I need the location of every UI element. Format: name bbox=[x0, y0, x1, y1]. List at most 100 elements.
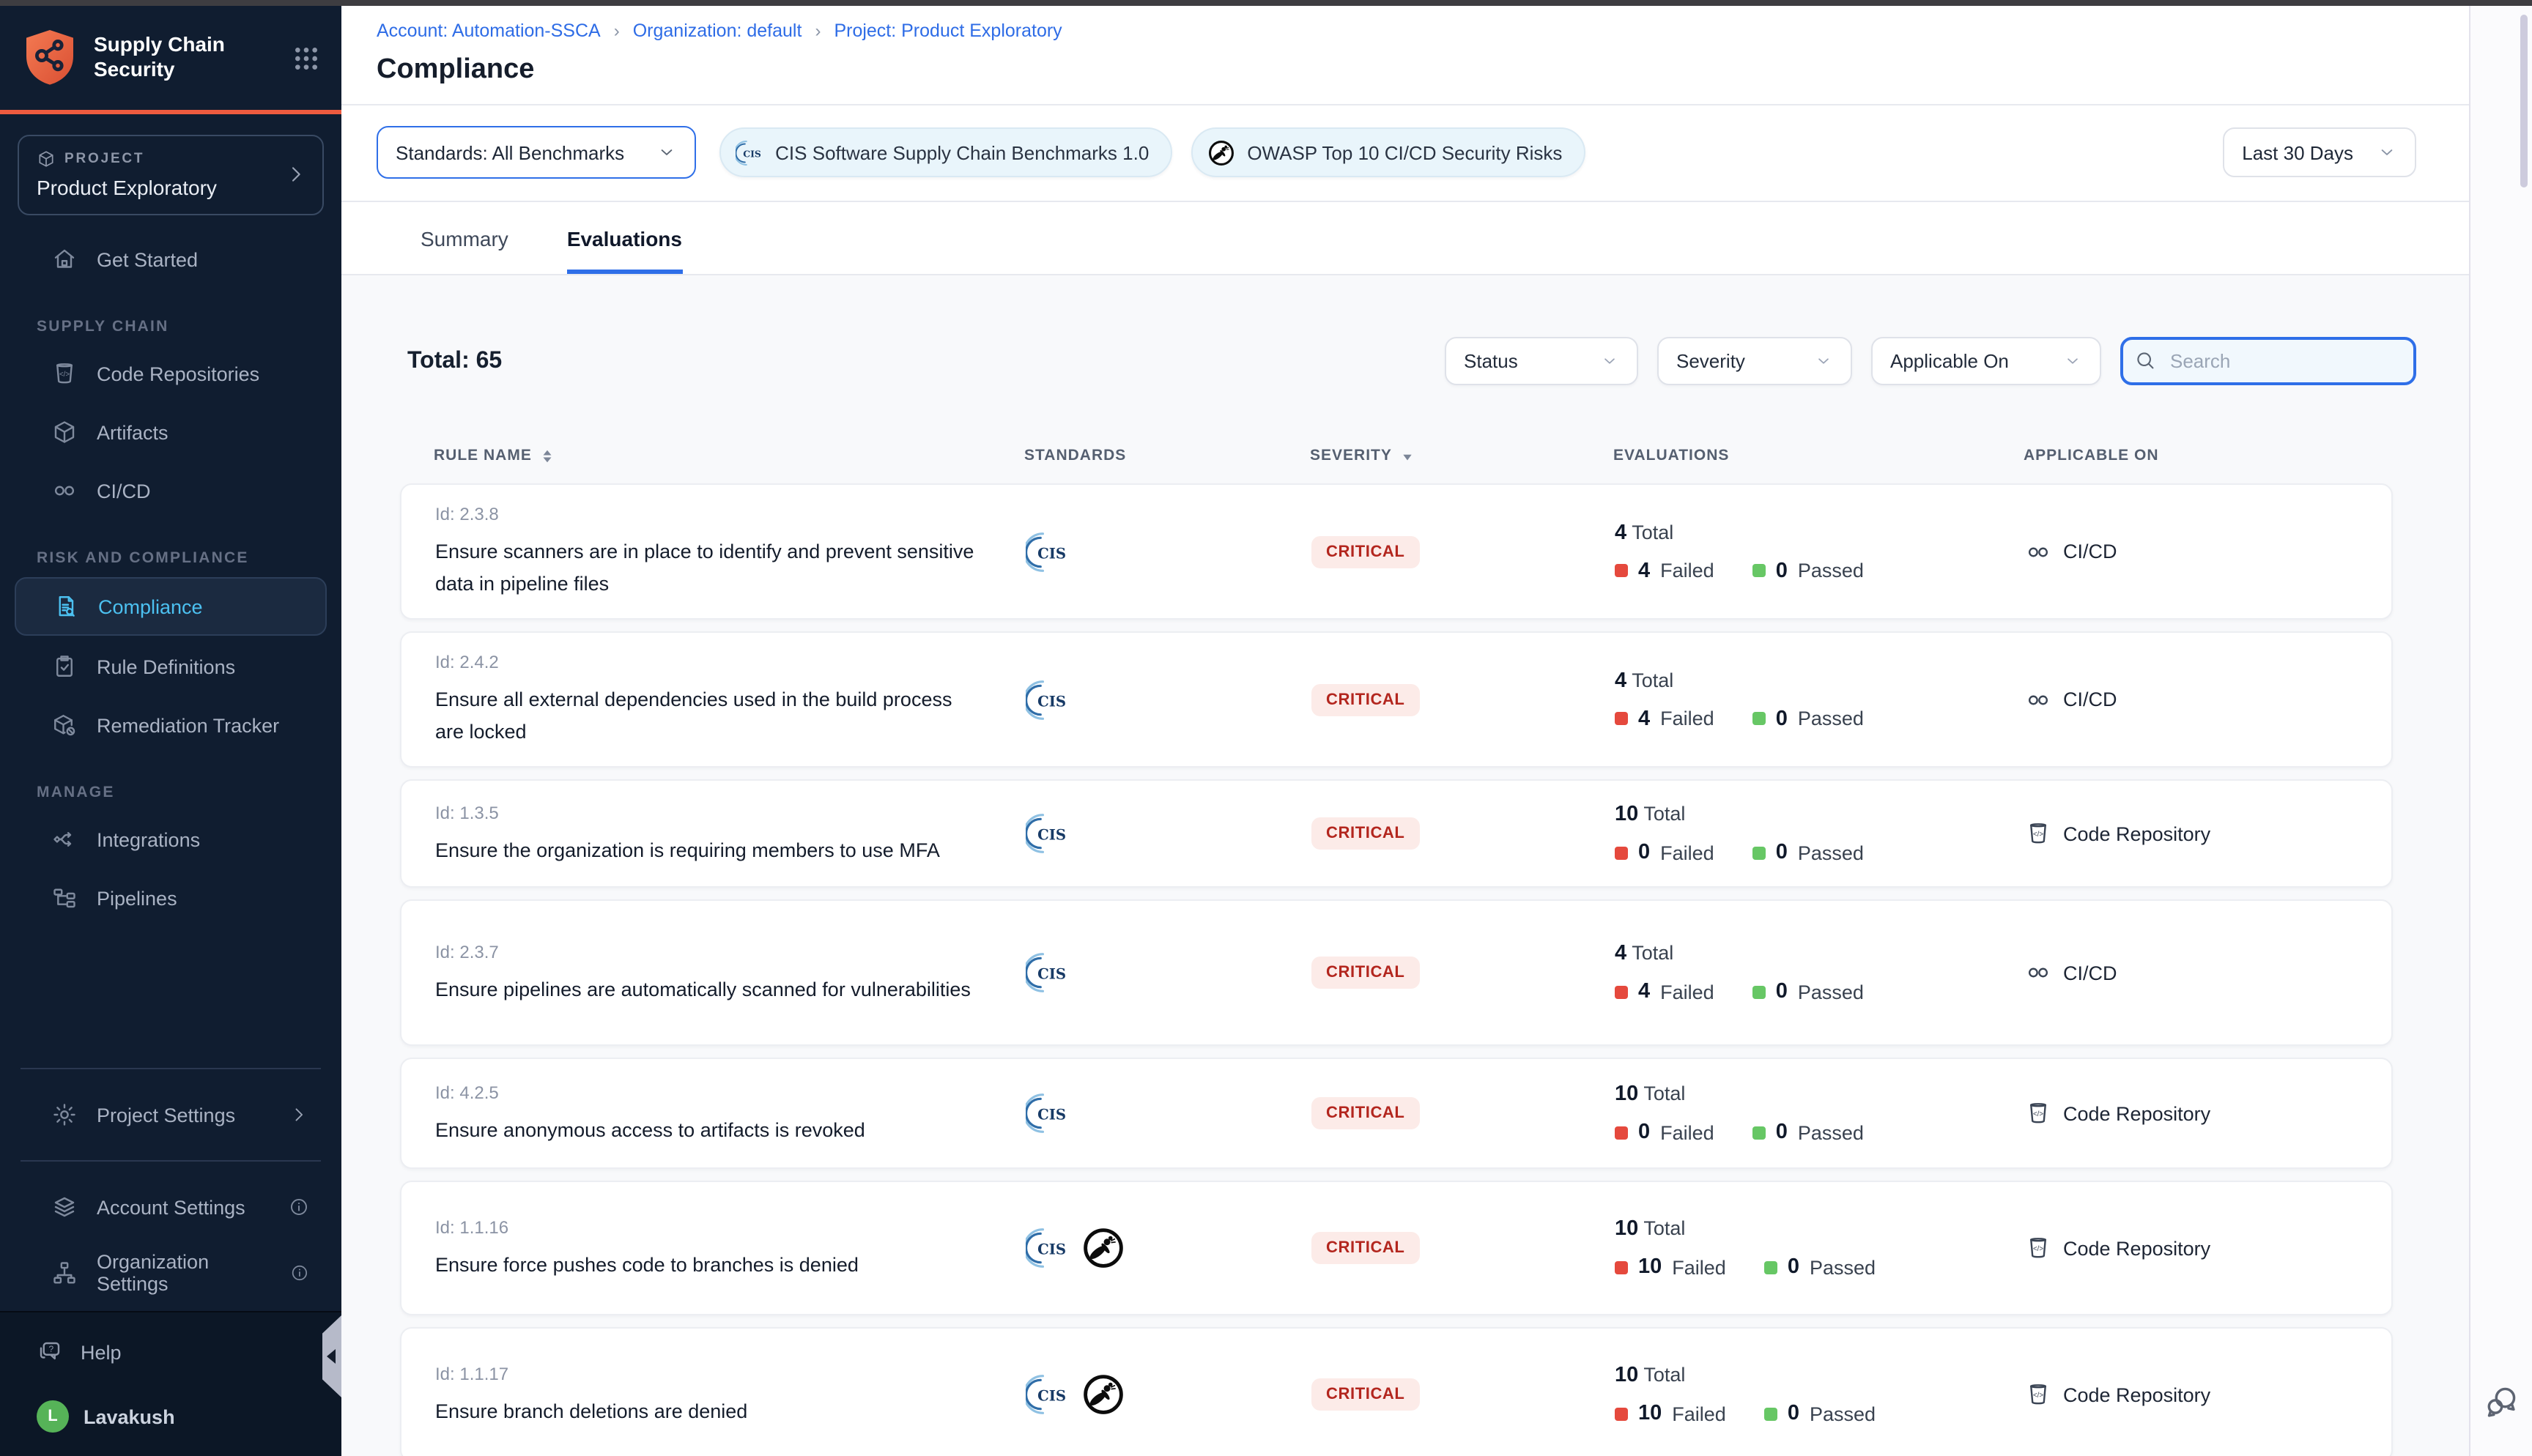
sidebar-item-ci-cd[interactable]: CI/CD bbox=[15, 463, 327, 519]
cis-logo-icon: CIS bbox=[1026, 678, 1070, 722]
help-chat-icon: ? bbox=[37, 1339, 63, 1365]
date-range-dropdown[interactable]: Last 30 Days bbox=[2223, 127, 2416, 177]
rule-title: Ensure pipelines are automatically scann… bbox=[435, 973, 976, 1005]
evaluations-total: 4 Total bbox=[1615, 521, 2025, 544]
column-header-label: EVALUATIONS bbox=[1613, 447, 1729, 464]
project-name: Product Exploratory bbox=[37, 176, 284, 199]
integrations-icon bbox=[51, 826, 78, 853]
sidebar-item-compliance[interactable]: Compliance bbox=[15, 577, 327, 636]
cube-icon bbox=[51, 419, 78, 445]
total-count: Total: 65 bbox=[407, 348, 502, 374]
severity-cell: CRITICAL bbox=[1311, 1233, 1615, 1265]
sidebar-item-account-settings[interactable]: Account Settings bbox=[15, 1179, 327, 1235]
sidebar-item-organization-settings[interactable]: Organization Settings bbox=[15, 1236, 327, 1310]
owasp-logo-icon bbox=[1081, 1227, 1125, 1271]
date-range-label: Last 30 Days bbox=[2242, 141, 2353, 163]
breadcrumb-separator-icon: › bbox=[815, 21, 821, 41]
rule-row[interactable]: Id: 4.2.5Ensure anonymous access to arti… bbox=[400, 1058, 2393, 1170]
severity-badge: CRITICAL bbox=[1311, 1233, 1419, 1265]
evaluations-cell: 4 Total4 Failed0 Passed bbox=[1615, 943, 2025, 1004]
project-selector[interactable]: PROJECT Product Exploratory bbox=[18, 135, 324, 215]
standards-cell: CIS bbox=[1026, 1092, 1311, 1136]
chat-bubbles-icon[interactable] bbox=[2482, 1383, 2520, 1421]
breadcrumb-link[interactable]: Organization: default bbox=[633, 21, 802, 41]
standard-chip[interactable]: CISCIS Software Supply Chain Benchmarks … bbox=[719, 127, 1172, 177]
sidebar-item-code-repositories[interactable]: </>Code Repositories bbox=[15, 346, 327, 401]
column-header-label: STANDARDS bbox=[1024, 447, 1126, 464]
applicable-on-cell: </>Code Repository bbox=[2025, 1101, 2391, 1127]
sidebar-item-pipelines[interactable]: Pipelines bbox=[15, 870, 327, 926]
filter-dropdown-status[interactable]: Status bbox=[1445, 337, 1638, 385]
scrollbar-thumb[interactable] bbox=[2520, 15, 2528, 187]
standards-cell: CIS bbox=[1026, 1373, 1311, 1417]
standard-chip[interactable]: OWASP Top 10 CI/CD Security Risks bbox=[1191, 127, 1585, 177]
apps-grid-icon[interactable] bbox=[292, 44, 321, 73]
severity-badge: CRITICAL bbox=[1311, 535, 1419, 568]
tab-summary[interactable]: Summary bbox=[421, 227, 508, 274]
rule-row[interactable]: Id: 1.1.16Ensure force pushes code to br… bbox=[400, 1181, 2393, 1316]
code-repo-icon: </> bbox=[2025, 1236, 2051, 1262]
breadcrumb-link[interactable]: Account: Automation-SSCA bbox=[377, 21, 601, 41]
svg-text:CIS: CIS bbox=[1037, 693, 1066, 710]
pipelines-icon bbox=[51, 885, 78, 911]
rule-id: Id: 1.1.17 bbox=[435, 1363, 976, 1383]
rule-row[interactable]: Id: 1.1.17Ensure branch deletions are de… bbox=[400, 1328, 2393, 1456]
svg-text:CIS: CIS bbox=[1037, 966, 1066, 983]
failed-square-icon bbox=[1615, 1261, 1628, 1274]
search-input[interactable] bbox=[2120, 337, 2416, 385]
severity-cell: CRITICAL bbox=[1311, 684, 1615, 716]
filter-dropdown-applicable-on[interactable]: Applicable On bbox=[1871, 337, 2101, 385]
user-menu[interactable]: L Lavakush bbox=[37, 1400, 321, 1433]
owasp-logo-icon bbox=[1207, 138, 1235, 166]
sidebar-item-rule-definitions[interactable]: Rule Definitions bbox=[15, 639, 327, 694]
column-header-applicable-on[interactable]: APPLICABLE ON bbox=[2024, 447, 2393, 464]
column-header-rule-name[interactable]: RULE NAME bbox=[434, 447, 1024, 464]
rule-cell: Id: 1.3.5Ensure the organization is requ… bbox=[435, 783, 1026, 885]
sidebar-item-help[interactable]: ? Help bbox=[37, 1339, 321, 1365]
evaluations-failed: 4 Failed bbox=[1615, 559, 1714, 582]
passed-square-icon bbox=[1752, 713, 1766, 726]
tab-evaluations[interactable]: Evaluations bbox=[567, 227, 682, 274]
rule-row[interactable]: Id: 1.3.5Ensure the organization is requ… bbox=[400, 780, 2393, 888]
code-repo-icon: </> bbox=[51, 360, 78, 387]
standards-dropdown[interactable]: Standards: All Benchmarks bbox=[377, 126, 696, 179]
passed-square-icon bbox=[1752, 564, 1766, 577]
evaluations-passed: 0 Passed bbox=[1764, 1256, 1876, 1279]
project-cube-icon bbox=[37, 149, 56, 168]
rule-cell: Id: 2.4.2Ensure all external dependencie… bbox=[435, 633, 1026, 766]
avatar: L bbox=[37, 1400, 69, 1433]
user-name: Lavakush bbox=[84, 1405, 175, 1427]
applicable-on-label: Code Repository bbox=[2063, 823, 2210, 845]
info-icon bbox=[289, 1197, 309, 1217]
sidebar-item-label: CI/CD bbox=[97, 480, 151, 502]
sidebar-item-label: Account Settings bbox=[97, 1196, 245, 1218]
svg-text:CIS: CIS bbox=[1037, 1107, 1066, 1123]
column-header-evaluations[interactable]: EVALUATIONS bbox=[1613, 447, 2024, 464]
rule-row[interactable]: Id: 2.4.2Ensure all external dependencie… bbox=[400, 631, 2393, 768]
brand-accent-line bbox=[0, 110, 341, 114]
severity-cell: CRITICAL bbox=[1311, 1379, 1615, 1411]
sidebar-item-integrations[interactable]: Integrations bbox=[15, 811, 327, 867]
sidebar-section-heading: SUPPLY CHAIN bbox=[0, 289, 341, 344]
sidebar-item-remediation-tracker[interactable]: Remediation Tracker bbox=[15, 697, 327, 753]
standards-cell: CIS bbox=[1026, 530, 1311, 573]
cis-logo-icon: CIS bbox=[1026, 530, 1070, 573]
failed-square-icon bbox=[1615, 713, 1628, 726]
column-header-standards[interactable]: STANDARDS bbox=[1024, 447, 1310, 464]
sidebar-item-artifacts[interactable]: Artifacts bbox=[15, 404, 327, 460]
chevron-down-icon bbox=[1814, 352, 1833, 371]
svg-text:</>: </> bbox=[2033, 831, 2043, 839]
rule-row[interactable]: Id: 2.3.7Ensure pipelines are automatica… bbox=[400, 900, 2393, 1047]
column-header-severity[interactable]: SEVERITY bbox=[1310, 447, 1613, 464]
clipboard-check-icon bbox=[51, 653, 78, 680]
evaluations-failed: 10 Failed bbox=[1615, 1403, 1726, 1426]
sidebar-item-label: Artifacts bbox=[97, 421, 169, 443]
evaluations-passed: 0 Passed bbox=[1752, 981, 1864, 1004]
rule-row[interactable]: Id: 2.3.8Ensure scanners are in place to… bbox=[400, 483, 2393, 620]
breadcrumb-link[interactable]: Project: Product Exploratory bbox=[834, 21, 1062, 41]
filter-dropdown-severity[interactable]: Severity bbox=[1657, 337, 1852, 385]
severity-badge: CRITICAL bbox=[1311, 1098, 1419, 1130]
sidebar-item-get-started[interactable]: Get Started bbox=[15, 231, 327, 287]
passed-square-icon bbox=[1764, 1261, 1777, 1274]
sidebar-item-project-settings[interactable]: Project Settings bbox=[15, 1087, 327, 1143]
